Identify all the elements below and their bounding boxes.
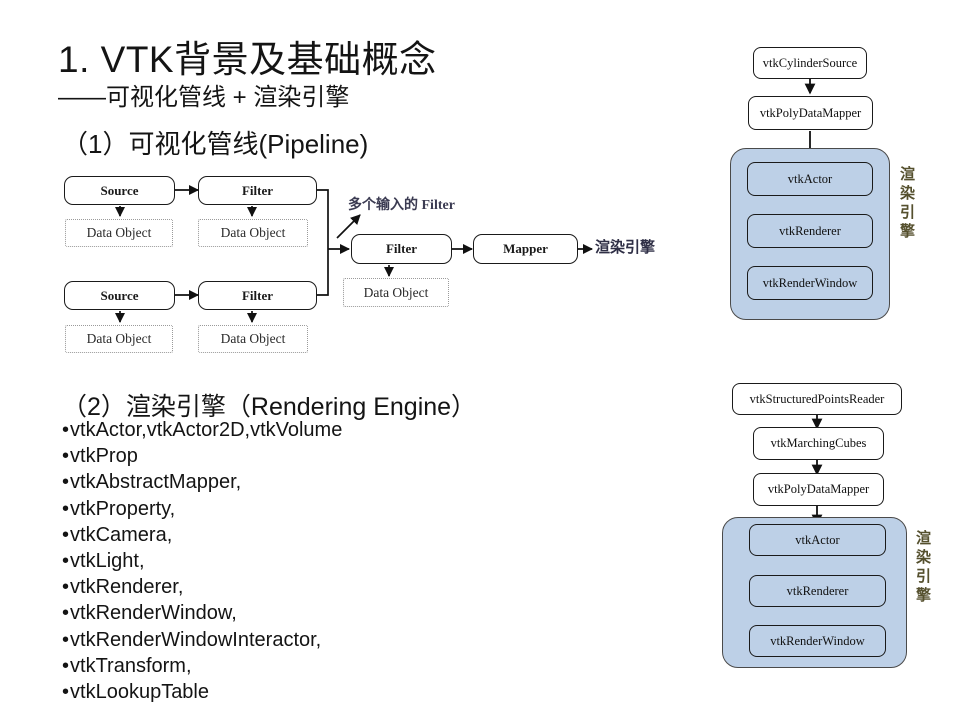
list-item-label: vtkLight,	[70, 550, 145, 573]
list-item: •vtkRenderWindowInteractor,	[62, 627, 542, 653]
rendering-engine-vertical-label: 渲染引擎	[914, 530, 930, 606]
bullet-icon: •	[62, 497, 70, 520]
list-item: •vtkTransform,	[62, 653, 542, 679]
rendering-engine-class-list: •vtkActor,vtkActor2D,vtkVolume •vtkProp …	[62, 417, 542, 705]
pipeline-box-source-bottom[interactable]: Source	[64, 281, 175, 310]
pipeline-box-data-object-4[interactable]: Data Object	[198, 325, 308, 353]
bullet-icon: •	[62, 602, 70, 625]
bullet-icon: •	[62, 681, 70, 704]
pipeline-output-label: 渲染引擎	[595, 240, 656, 256]
list-item-label: vtkProp	[70, 445, 138, 468]
pipeline-box-data-object-1[interactable]: Data Object	[65, 219, 173, 247]
list-item-label: vtkAbstractMapper,	[70, 471, 242, 494]
flow-box-vtk-actor[interactable]: vtkActor	[749, 524, 886, 556]
list-item: •vtkLookupTable	[62, 679, 542, 705]
list-item-label: vtkRenderer,	[70, 576, 184, 599]
bullet-icon: •	[62, 654, 70, 677]
list-item: •vtkProperty,	[62, 496, 542, 522]
list-item: •vtkRenderWindow,	[62, 600, 542, 626]
pipeline-box-data-object-5[interactable]: Data Object	[343, 278, 449, 307]
list-item-label: vtkProperty,	[70, 497, 176, 520]
bullet-icon: •	[62, 628, 70, 651]
bullet-icon: •	[62, 471, 70, 494]
list-item-label: vtkActor,vtkActor2D,vtkVolume	[70, 419, 343, 441]
list-item: •vtkAbstractMapper,	[62, 469, 542, 495]
list-item: •vtkCamera,	[62, 522, 542, 548]
bullet-icon: •	[62, 445, 70, 468]
bullet-icon: •	[62, 419, 70, 441]
visualization-pipeline-diagram: Source Filter Data Object Data Object So…	[52, 168, 672, 363]
page-title: 1. VTK背景及基础概念	[58, 39, 437, 80]
flow-box-vtk-polydata-mapper[interactable]: vtkPolyDataMapper	[748, 96, 873, 130]
flow-box-vtk-structured-points-reader[interactable]: vtkStructuredPointsReader	[732, 383, 902, 415]
list-item-label: vtkRenderWindow,	[70, 602, 237, 625]
list-item: •vtkRenderer,	[62, 574, 542, 600]
marching-cubes-example-flow-diagram: 渲染引擎 vtkStructuredPointsReader vtkMarchi…	[715, 378, 960, 678]
flow-box-vtk-renderer[interactable]: vtkRenderer	[749, 575, 886, 607]
bullet-icon: •	[62, 550, 70, 573]
pipeline-box-data-object-3[interactable]: Data Object	[65, 325, 173, 353]
pipeline-box-filter-merge[interactable]: Filter	[351, 234, 452, 264]
pipeline-box-mapper[interactable]: Mapper	[473, 234, 578, 264]
flow-box-vtk-cylinder-source[interactable]: vtkCylinderSource	[753, 47, 867, 79]
pipeline-box-data-object-2[interactable]: Data Object	[198, 219, 308, 247]
flow-box-vtk-marching-cubes[interactable]: vtkMarchingCubes	[753, 427, 884, 460]
rendering-engine-vertical-label: 渲染引擎	[898, 166, 914, 242]
list-item-label: vtkCamera,	[70, 523, 173, 546]
flow-box-vtk-render-window[interactable]: vtkRenderWindow	[749, 625, 886, 657]
cylinder-example-flow-diagram: 渲染引擎 vtkCylinderSource vtkPolyDataMapper…	[722, 38, 960, 328]
pipeline-box-filter-top[interactable]: Filter	[198, 176, 317, 205]
flow-box-vtk-polydata-mapper[interactable]: vtkPolyDataMapper	[753, 473, 884, 506]
flow-box-vtk-actor[interactable]: vtkActor	[747, 162, 873, 196]
pipeline-box-filter-bottom[interactable]: Filter	[198, 281, 317, 310]
bullet-icon: •	[62, 576, 70, 599]
bullet-icon: •	[62, 523, 70, 546]
pipeline-box-source-top[interactable]: Source	[64, 176, 175, 205]
flow-box-vtk-render-window[interactable]: vtkRenderWindow	[747, 266, 873, 300]
list-item: •vtkActor,vtkActor2D,vtkVolume	[62, 417, 542, 443]
list-item: •vtkProp	[62, 443, 542, 469]
pipeline-annotation-multi-input: 多个输入的 Filter	[348, 198, 455, 213]
page-subtitle: ——可视化管线 + 渲染引擎	[58, 84, 350, 111]
list-item-label: vtkLookupTable	[70, 681, 209, 704]
flow-box-vtk-renderer[interactable]: vtkRenderer	[747, 214, 873, 248]
section-heading-pipeline: （1）可视化管线(Pipeline)	[62, 129, 369, 159]
list-item: •vtkLight,	[62, 548, 542, 574]
slide-canvas: 1. VTK背景及基础概念 ——可视化管线 + 渲染引擎 （1）可视化管线(Pi…	[0, 0, 960, 720]
list-item-label: vtkRenderWindowInteractor,	[70, 628, 322, 651]
list-item-label: vtkTransform,	[70, 654, 192, 677]
